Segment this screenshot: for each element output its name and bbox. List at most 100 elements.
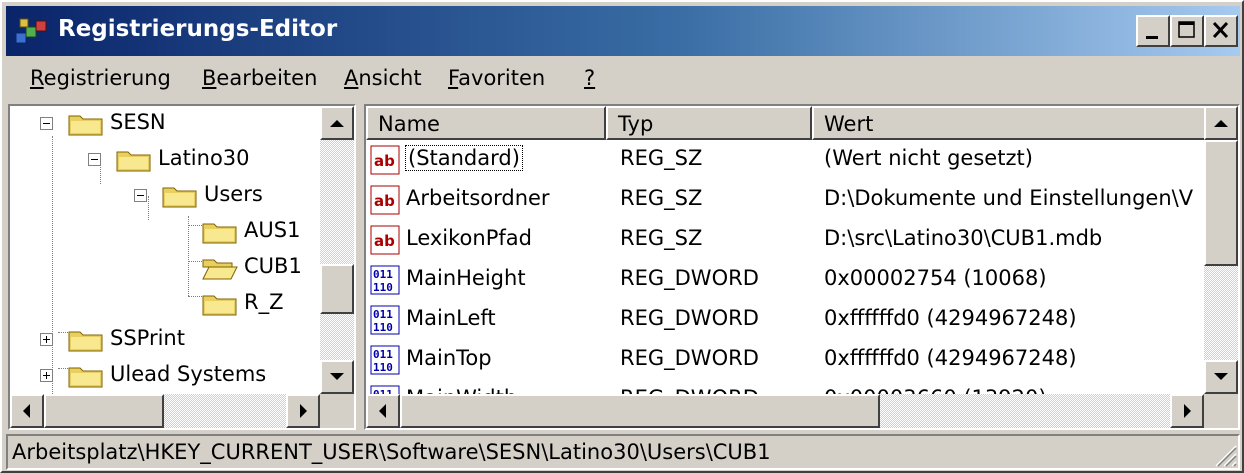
tree-scroll-thumb[interactable] [320, 264, 354, 314]
tree-horizontal-scrollbar[interactable] [10, 394, 320, 428]
scroll-down-button[interactable] [1204, 360, 1238, 394]
column-header-type[interactable]: Typ [606, 106, 812, 140]
arrow-down-icon [330, 373, 344, 380]
tree-item-aus1[interactable]: AUS1 [10, 214, 320, 250]
svg-text:ab: ab [374, 152, 395, 170]
value-name: LexikonPfad [406, 226, 532, 250]
list-horizontal-scrollbar[interactable] [366, 394, 1204, 428]
menu-favoriten[interactable]: Favoriten [448, 66, 545, 90]
menu-bearbeiten[interactable]: Bearbeiten [202, 66, 317, 90]
window-title: Registrierungs-Editor [58, 16, 338, 42]
svg-text:011: 011 [373, 308, 393, 321]
scroll-corner [1204, 394, 1238, 428]
scroll-right-button[interactable] [286, 394, 320, 428]
scroll-right-button[interactable] [1170, 394, 1204, 428]
column-header-name[interactable]: Name [366, 106, 606, 140]
value-data: 0xffffffd0 (4294967248) [824, 346, 1077, 370]
registry-tree[interactable]: SESN Latino30 Users AUS1 CUB1 R_Z SSPrin… [8, 104, 356, 430]
tree-vertical-scrollbar[interactable] [320, 106, 354, 394]
value-name: (Standard) [405, 145, 523, 171]
resize-grip-icon[interactable] [1208, 438, 1238, 468]
binary-value-icon: 011110 [370, 345, 400, 375]
menu-ansicht[interactable]: Ansicht [344, 66, 422, 90]
string-value-icon: ab [370, 185, 400, 215]
scroll-up-button[interactable] [320, 106, 354, 140]
svg-text:ab: ab [374, 232, 395, 250]
list-row[interactable]: ab Arbeitsordner REG_SZ D:\Dokumente und… [366, 180, 1204, 220]
binary-value-icon: 011110 [370, 305, 400, 335]
list-row[interactable]: 011 110 MainTop REG_DWORD 0xffffffd0 (429… [366, 340, 1204, 380]
value-name: MainTop [406, 346, 492, 370]
value-type: REG_DWORD [620, 266, 759, 290]
maximize-icon [1178, 21, 1195, 38]
list-row[interactable]: 011110 MainWidth REG_DWORD 0x00003660 (1… [366, 380, 1204, 394]
arrow-left-icon [23, 404, 30, 418]
value-type: REG_DWORD [620, 306, 759, 330]
values-list[interactable]: Name Typ Wert ab (Standard) REG_SZ (Wert… [364, 104, 1240, 430]
string-value-icon: ab [370, 145, 400, 175]
folder-icon [202, 223, 237, 244]
folder-icon [202, 295, 237, 316]
close-button[interactable] [1204, 15, 1238, 47]
title-bar[interactable]: Registrierungs-Editor [6, 6, 1240, 56]
list-vertical-scrollbar[interactable] [1204, 106, 1238, 394]
tree-item-ulead-systems[interactable]: Ulead Systems [10, 358, 320, 394]
list-hscroll-thumb[interactable] [400, 394, 880, 428]
arrow-right-icon [1184, 404, 1191, 418]
arrow-up-icon [1214, 120, 1228, 127]
column-header-value[interactable]: Wert [812, 106, 1206, 140]
tree-item-users[interactable]: Users [10, 178, 320, 214]
list-row[interactable]: ab LexikonPfad REG_SZ D:\src\Latino30\CU… [366, 220, 1204, 260]
scroll-left-button[interactable] [366, 394, 400, 428]
values-rows: ab (Standard) REG_SZ (Wert nicht gesetzt… [366, 140, 1204, 394]
status-bar: Arbeitsplatz\HKEY_CURRENT_USER\Software\… [6, 434, 1240, 470]
scroll-corner [320, 394, 354, 428]
list-row[interactable]: 011 110 MainLeft REG_DWORD 0xffffffd0 (42… [366, 300, 1204, 340]
binary-value-icon: 011110 [370, 265, 400, 295]
list-row[interactable]: 011 110 MainHeight REG_DWORD 0x00002754 (… [366, 260, 1204, 300]
value-name: Arbeitsordner [406, 186, 550, 210]
scroll-down-button[interactable] [320, 360, 354, 394]
value-type: REG_DWORD [620, 386, 759, 394]
tree-item-sesn[interactable]: SESN [10, 106, 320, 142]
value-name: MainHeight [406, 266, 526, 290]
svg-text:110: 110 [373, 281, 393, 294]
value-type: REG_SZ [620, 226, 703, 250]
svg-text:ab: ab [374, 192, 395, 210]
expand-icon[interactable] [40, 333, 53, 346]
value-data: 0xffffffd0 (4294967248) [824, 306, 1077, 330]
collapse-icon[interactable] [88, 153, 101, 166]
value-name: MainWidth [406, 386, 517, 394]
menu-registrierung[interactable]: Registrierung [30, 66, 171, 90]
scroll-up-button[interactable] [1204, 106, 1238, 140]
registry-editor-window: Registrierungs-Editor Registrierung Bear… [0, 0, 1244, 473]
collapse-icon[interactable] [134, 189, 147, 202]
value-data: D:\src\Latino30\CUB1.mdb [824, 226, 1103, 250]
tree-hscroll-thumb[interactable] [44, 394, 164, 428]
menu-help[interactable]: ? [584, 66, 595, 90]
arrow-right-icon [300, 404, 307, 418]
expand-icon[interactable] [40, 369, 53, 382]
collapse-icon[interactable] [40, 117, 53, 130]
minimize-icon [1146, 36, 1158, 39]
tree-item-ssprint[interactable]: SSPrint [10, 322, 320, 358]
minimize-button[interactable] [1136, 15, 1170, 47]
list-scroll-thumb[interactable] [1204, 140, 1238, 266]
folder-icon [68, 331, 103, 352]
menu-bar: Registrierung Bearbeiten Ansicht Favorit… [6, 60, 1240, 98]
open-folder-icon [202, 259, 238, 280]
arrow-down-icon [1214, 373, 1228, 380]
value-data: 0x00002754 (10068) [824, 266, 1047, 290]
close-icon [1212, 21, 1229, 39]
maximize-button[interactable] [1170, 15, 1204, 47]
tree-item-latino30[interactable]: Latino30 [10, 142, 320, 178]
svg-text:011: 011 [373, 268, 393, 281]
current-key-path: Arbeitsplatz\HKEY_CURRENT_USER\Software\… [12, 440, 771, 464]
tree-item-r-z[interactable]: R_Z [10, 286, 320, 322]
folder-icon [68, 115, 103, 136]
tree-item-cub1[interactable]: CUB1 [10, 250, 320, 286]
list-row[interactable]: ab (Standard) REG_SZ (Wert nicht gesetzt… [366, 140, 1204, 180]
folder-icon [116, 151, 151, 172]
value-type: REG_SZ [620, 146, 703, 170]
scroll-left-button[interactable] [10, 394, 44, 428]
